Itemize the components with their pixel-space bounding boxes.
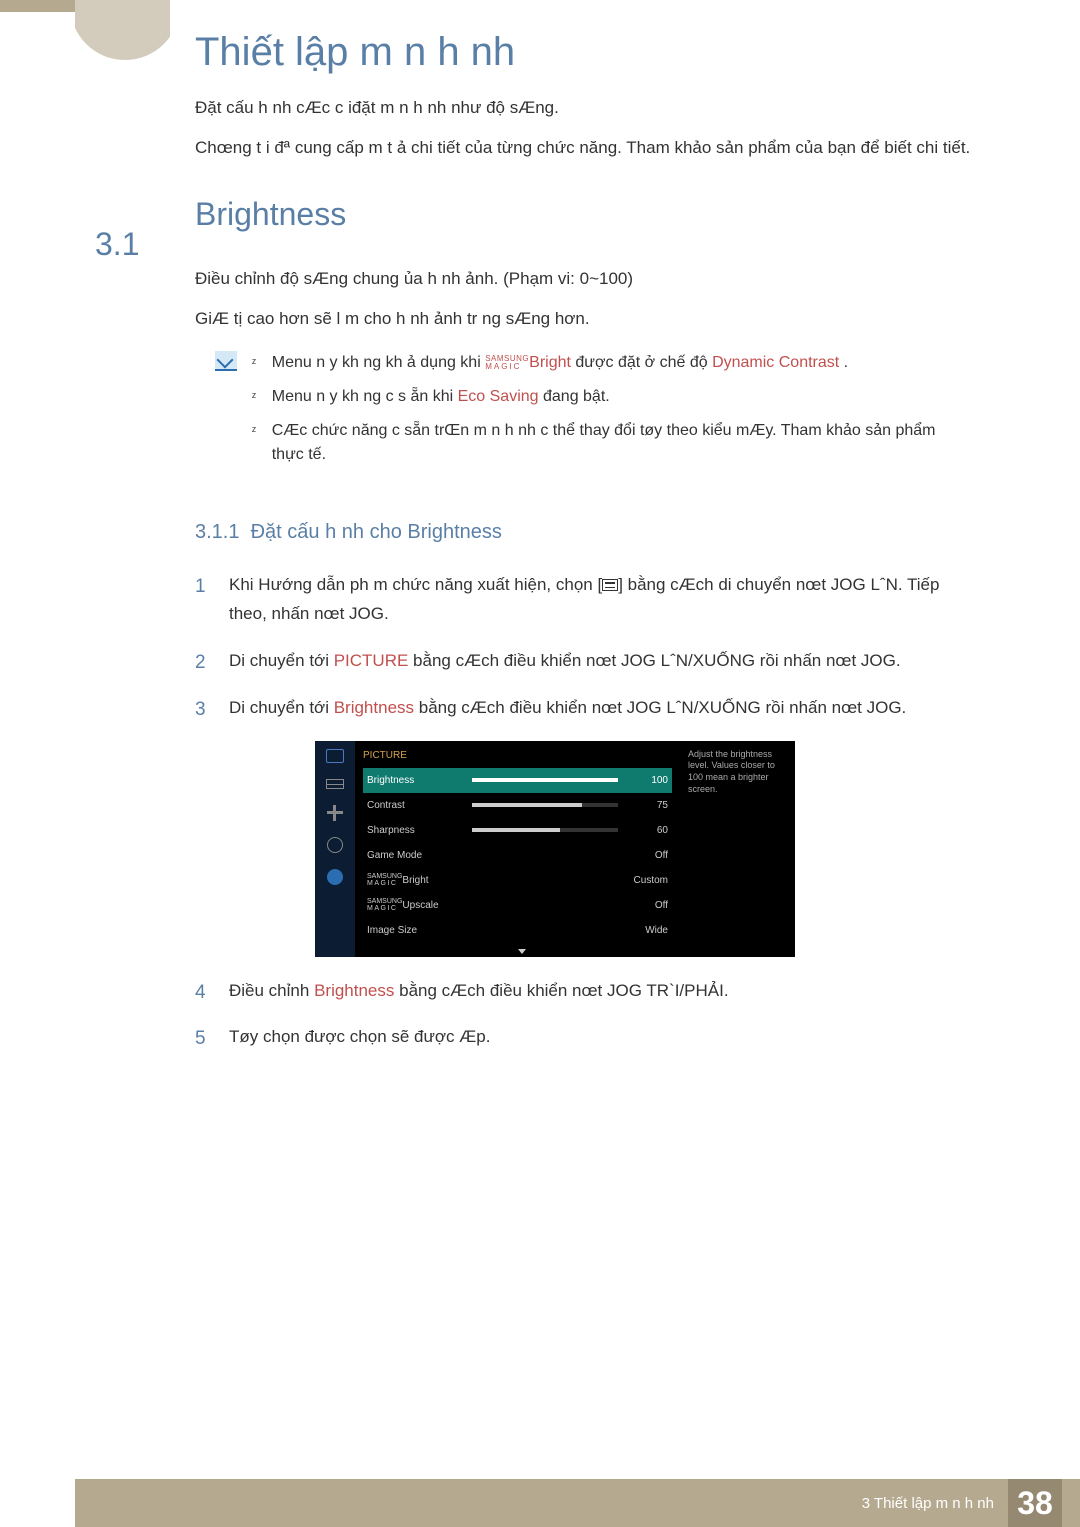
osd-row: Sharpness60 [363,818,672,843]
osd-tip: Adjust the brightness level. Values clos… [680,741,795,957]
note-item: CÆc chức năng c sẵn trŒn m n h nh c thể … [252,419,972,467]
osd-menu: PICTURE Brightness100Contrast75Sharpness… [355,741,680,957]
section-paragraph-2: GiÆ tị cao hơn sẽ l m cho h nh ảnh tr ng… [195,306,975,332]
osd-row: Image SizeWide [363,918,672,943]
osd-screenshot: PICTURE Brightness100Contrast75Sharpness… [195,741,975,957]
section-paragraph-1: Điều chỉnh độ sÆng chung ủa h nh ảnh. (P… [195,266,975,292]
osd-row: Brightness100 [363,768,672,793]
menu-icon [602,579,618,591]
osd-icon [327,805,343,821]
footer-bar: 3 Thiết lập m n h nh 38 [75,1479,1080,1527]
top-accent-bar [0,0,75,12]
intro-paragraph-1: Đặt cấu h nh cÆc c iđặt m n h nh như độ … [195,95,975,121]
osd-icon [327,837,343,853]
osd-header: PICTURE [363,747,672,764]
footer-page-number: 38 [1008,1479,1062,1527]
osd-row: Contrast75 [363,793,672,818]
osd-row: SAMSUNGMAGICBrightCustom [363,868,672,893]
section-number: 3.1 [95,220,139,268]
osd-row: SAMSUNGMAGICUpscaleOff [363,893,672,918]
step-2: 2 Di chuyển tới PICTURE bằng cÆch điều k… [195,647,975,676]
step-3: 3 Di chuyển tới Brightness bằng cÆch điề… [195,694,975,723]
osd-row: Game ModeOff [363,843,672,868]
note-item: Menu n y kh ng kh ả dụng khi SAMSUNGMAGI… [252,351,972,375]
note-icon [215,351,237,371]
footer-chapter: 3 Thiết lập m n h nh [862,1495,994,1512]
osd-icon [326,779,344,789]
osd-sidebar [315,741,355,957]
step-1: 1 Khi Hướng dẫn ph m chức năng xuất hiện… [195,571,975,629]
chapter-title: Thiết lập m n h nh [195,30,515,75]
step-5: 5 Tøy chọn được chọn sẽ được Æp. [195,1023,975,1052]
chapter-badge [75,0,170,70]
note-block: Menu n y kh ng kh ả dụng khi SAMSUNGMAGI… [215,351,975,477]
subsection-heading: 3.1.1 Đặt cấu h nh cho Brightness [195,517,975,547]
step-4: 4 Điều chỉnh Brightness bằng cÆch điều k… [195,977,975,1006]
note-item: Menu n y kh ng c s ẵn khi Eco Saving đan… [252,385,972,409]
intro-paragraph-2: Chœng t i đª cung cấp m t ả chi tiết của… [195,135,975,161]
osd-info-icon [327,869,343,885]
osd-picture-icon [326,749,344,763]
section-title: Brightness [195,190,975,238]
osd-down-arrow-icon [518,949,526,954]
